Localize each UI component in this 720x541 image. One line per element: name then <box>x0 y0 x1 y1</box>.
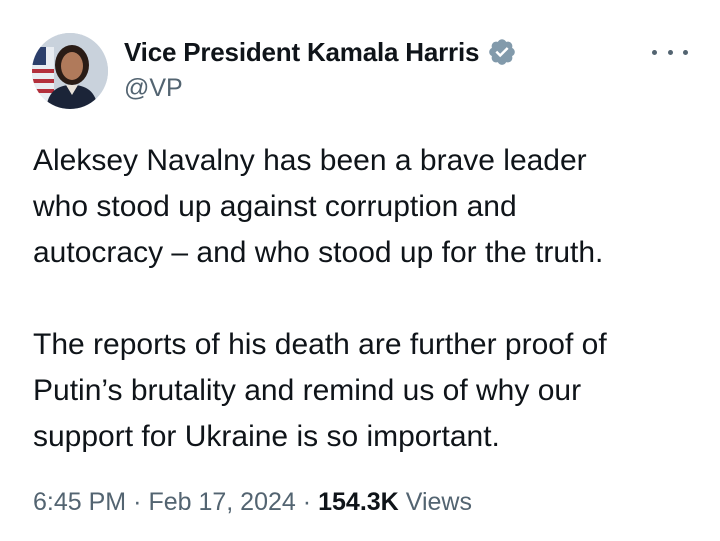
author-row: Vice President Kamala Harris <box>124 36 517 68</box>
tweet-paragraph: Aleksey Navalny has been a brave leader … <box>33 144 604 269</box>
profile-photo-icon <box>32 33 108 109</box>
author-handle[interactable]: @VP <box>124 74 183 103</box>
meta-separator: · <box>133 488 142 516</box>
tweet-card: Vice President Kamala Harris @VP Aleksey… <box>0 0 720 541</box>
verified-badge-icon[interactable] <box>487 37 517 67</box>
meta-separator: · <box>302 488 312 516</box>
tweet-meta: 6:45 PM · Feb 17, 2024 · 154.3K Views <box>33 488 472 517</box>
tweet-text: Aleksey Navalny has been a brave leader … <box>33 138 693 460</box>
tweet-time[interactable]: 6:45 PM <box>33 488 126 517</box>
author-display-name[interactable]: Vice President Kamala Harris <box>124 37 479 68</box>
tweet-paragraph: The reports of his death are further pro… <box>33 328 607 453</box>
avatar[interactable] <box>32 33 108 109</box>
more-options-button[interactable] <box>652 40 688 64</box>
more-options-icon <box>652 49 657 55</box>
more-options-icon <box>667 49 673 55</box>
views-count[interactable]: 154.3K <box>318 488 399 517</box>
views-label[interactable]: Views <box>406 488 472 517</box>
more-options-icon <box>683 49 688 55</box>
tweet-date[interactable]: Feb 17, 2024 <box>148 488 295 517</box>
